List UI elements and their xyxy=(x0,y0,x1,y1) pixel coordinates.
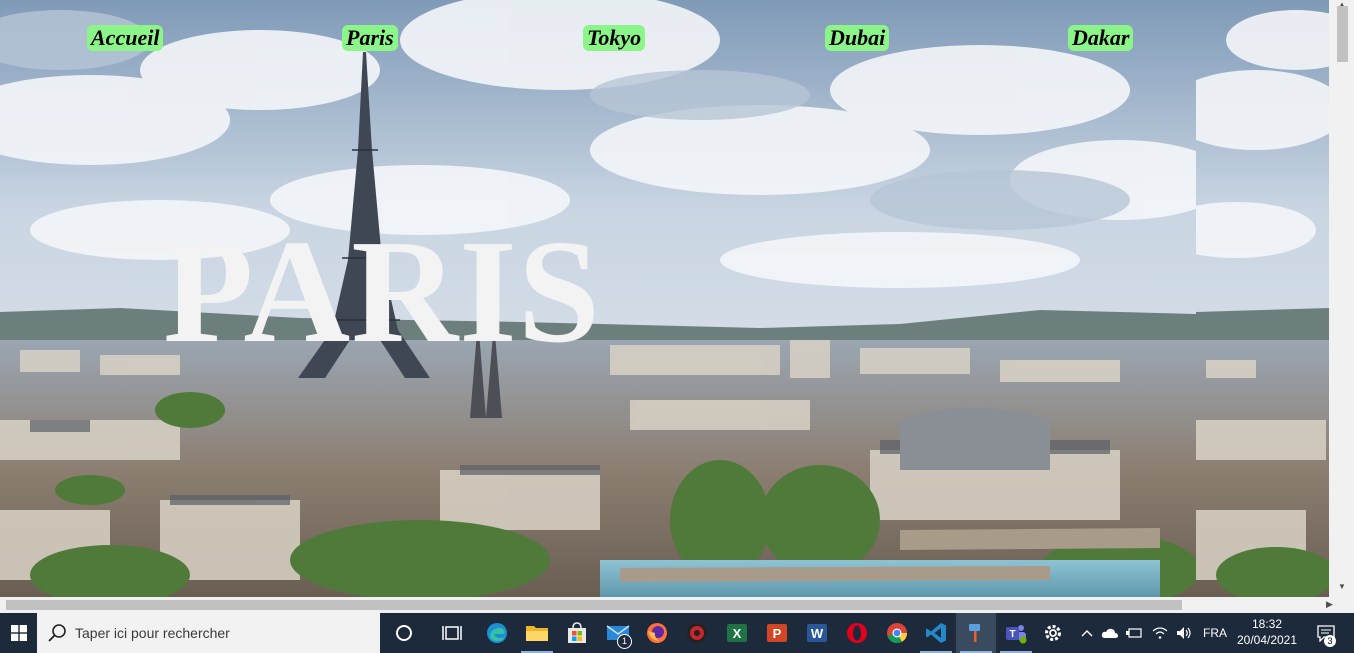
show-hidden-icons-button[interactable] xyxy=(1076,613,1098,653)
search-icon xyxy=(48,624,66,642)
svg-text:X: X xyxy=(733,626,742,641)
scroll-down-arrow-icon[interactable]: ▼ xyxy=(1338,582,1346,591)
edge-taskbar-button[interactable] xyxy=(477,613,517,653)
battery-tray-button[interactable] xyxy=(1122,613,1146,653)
clock-date: 20/04/2021 xyxy=(1236,633,1298,647)
horizontal-scroll-thumb[interactable] xyxy=(6,600,1182,610)
chrome-taskbar-button[interactable] xyxy=(877,613,917,653)
powerpoint-taskbar-button[interactable]: P xyxy=(757,613,797,653)
battery-icon xyxy=(1126,628,1142,638)
opera-taskbar-button[interactable] xyxy=(837,613,877,653)
scroll-right-arrow-icon[interactable]: ▶ xyxy=(1326,599,1333,610)
mail-taskbar-button[interactable]: 1 xyxy=(598,613,638,653)
cortana-circle-icon xyxy=(396,625,412,641)
nav-link-dubai[interactable]: Dubai xyxy=(825,25,890,51)
windows-logo-icon xyxy=(10,625,27,641)
store-bag-icon xyxy=(568,622,586,643)
svg-text:P: P xyxy=(773,626,782,641)
davinci-resolve-taskbar-button[interactable] xyxy=(677,613,717,653)
settings-taskbar-button[interactable] xyxy=(1033,613,1073,653)
taskbar-search-box[interactable]: Taper ici pour rechercher xyxy=(37,613,380,653)
nav-link-tokyo[interactable]: Tokyo xyxy=(583,25,646,51)
vertical-scrollbar[interactable]: ▲ ▼ xyxy=(1329,0,1354,597)
word-taskbar-button[interactable]: W xyxy=(797,613,837,653)
notification-count-badge: 3 xyxy=(1324,635,1336,647)
start-button[interactable] xyxy=(0,613,37,653)
teams-icon: T xyxy=(1006,625,1027,644)
search-placeholder: Taper ici pour rechercher xyxy=(75,625,230,641)
nav-link-paris[interactable]: Paris xyxy=(342,25,398,51)
firefox-taskbar-button[interactable] xyxy=(637,613,677,653)
edge-icon xyxy=(487,623,507,643)
excel-icon: X xyxy=(727,624,747,642)
nav-link-accueil[interactable]: Accueil xyxy=(87,25,164,51)
mail-badge: 1 xyxy=(617,634,632,649)
volume-tray-button[interactable] xyxy=(1172,613,1196,653)
input-language-indicator[interactable]: FRA xyxy=(1200,613,1230,653)
vscode-icon xyxy=(926,623,946,643)
svg-text:T: T xyxy=(1009,629,1015,640)
taskbar-clock[interactable]: 18:32 20/04/2021 xyxy=(1230,616,1304,648)
browser-viewport: Accueil Paris Tokyo Dubai Dakar PARIS xyxy=(0,0,1329,597)
chrome-icon xyxy=(887,623,908,644)
paint-app-taskbar-button[interactable] xyxy=(956,613,996,653)
task-view-button[interactable] xyxy=(432,613,472,653)
hero-title: PARIS xyxy=(163,210,602,374)
powerpoint-icon: P xyxy=(767,624,787,642)
opera-icon xyxy=(847,623,867,643)
vscode-taskbar-button[interactable] xyxy=(916,613,956,653)
davinci-resolve-icon xyxy=(687,623,707,643)
wifi-tray-button[interactable] xyxy=(1148,613,1172,653)
action-center-button[interactable]: 3 xyxy=(1306,613,1346,653)
firefox-icon xyxy=(647,623,667,643)
task-view-icon xyxy=(442,626,462,640)
cloud-icon xyxy=(1101,628,1118,638)
nav-link-dakar[interactable]: Dakar xyxy=(1068,25,1134,51)
onedrive-tray-button[interactable] xyxy=(1098,613,1122,653)
wifi-icon xyxy=(1152,627,1168,639)
horizontal-scrollbar[interactable]: ▶ xyxy=(0,597,1354,613)
paint-brush-icon xyxy=(969,624,980,642)
vertical-scroll-thumb[interactable] xyxy=(1337,6,1348,62)
clock-time: 18:32 xyxy=(1251,617,1283,631)
windows-taskbar: Taper ici pour rechercher 1 X P W T FRA … xyxy=(0,613,1354,653)
chevron-up-icon xyxy=(1081,630,1093,637)
file-explorer-taskbar-button[interactable] xyxy=(517,613,557,653)
gear-icon xyxy=(1045,625,1061,641)
teams-taskbar-button[interactable]: T xyxy=(996,613,1036,653)
folder-icon xyxy=(526,626,548,641)
speaker-icon xyxy=(1177,627,1191,639)
cortana-button[interactable] xyxy=(384,613,424,653)
background-image-repeat xyxy=(1196,0,1329,597)
excel-taskbar-button[interactable]: X xyxy=(717,613,757,653)
word-icon: W xyxy=(807,624,827,642)
microsoft-store-taskbar-button[interactable] xyxy=(557,613,597,653)
svg-text:W: W xyxy=(811,626,824,641)
